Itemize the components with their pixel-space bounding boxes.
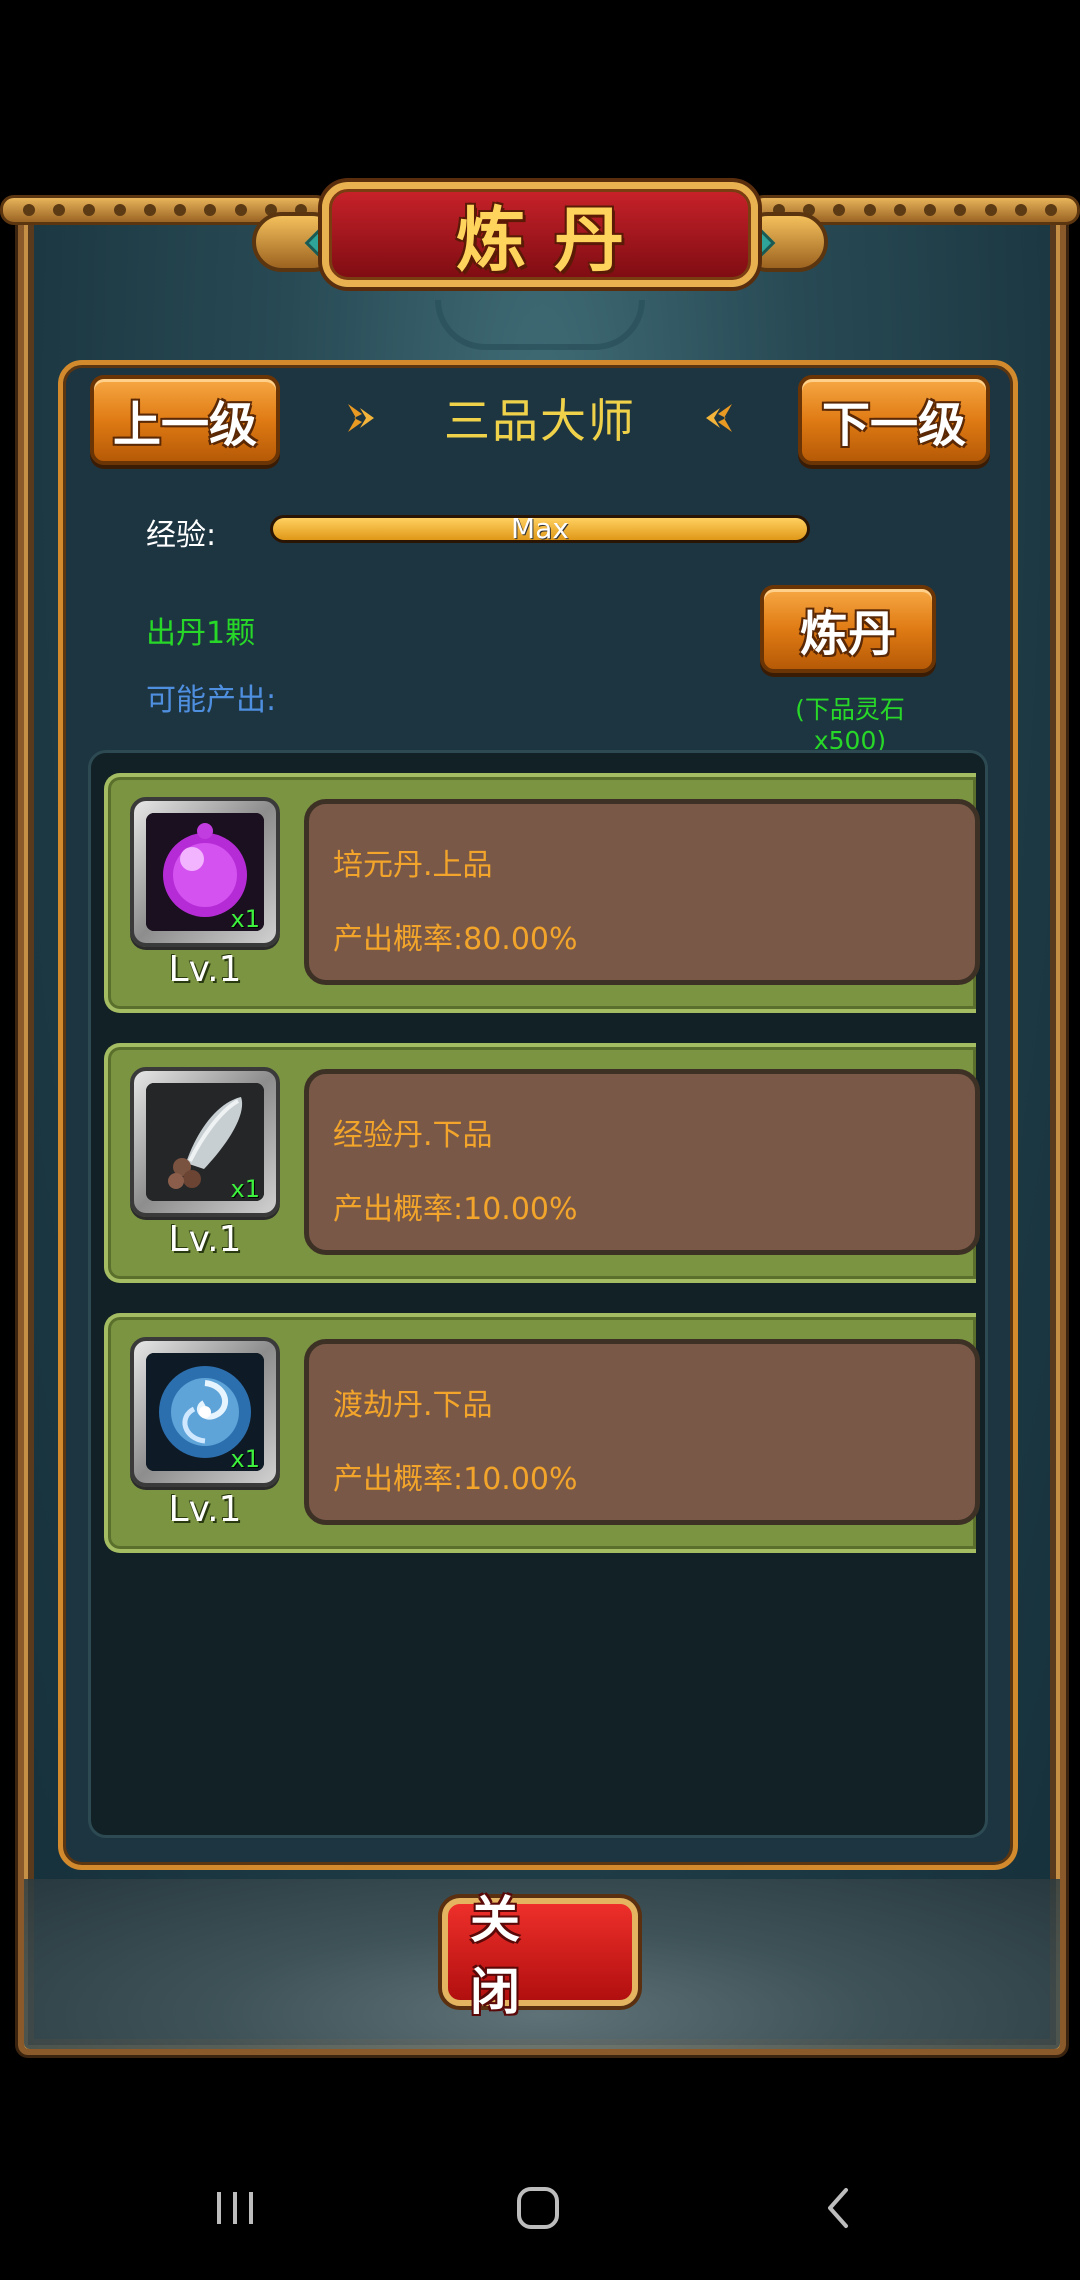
item-quantity: x1 [230, 1445, 260, 1473]
item-name: 培元丹.上品 [333, 848, 493, 883]
experience-bar-text: Max [511, 512, 569, 545]
item-slot[interactable]: x1 [130, 797, 280, 947]
item-rate: 产出概率:10.00% [333, 1462, 578, 1497]
next-level-button[interactable]: 下一级 [798, 375, 990, 465]
item-name: 渡劫丹.下品 [333, 1388, 493, 1423]
output-item: x1 Lv.1 渡劫丹.下品 产出概率:10.00% [104, 1313, 980, 1553]
item-description: 经验丹.下品 产出概率:10.00% [304, 1069, 980, 1255]
output-item: x1 Lv.1 经验丹.下品 产出概率:10.00% [104, 1043, 980, 1283]
recents-button[interactable] [205, 2178, 265, 2238]
arrow-ornament-icon [340, 398, 380, 438]
possible-output-label: 可能产出: [146, 683, 277, 718]
home-icon [517, 2187, 559, 2229]
prev-level-button[interactable]: 上一级 [90, 375, 280, 465]
back-button[interactable] [810, 2178, 870, 2238]
yield-text: 出丹1颗 [146, 616, 256, 651]
item-slot[interactable]: x1 [130, 1337, 280, 1487]
recents-icon [217, 2192, 253, 2224]
ornament-decoration [435, 300, 645, 350]
title-banner: 炼丹 [322, 182, 758, 287]
back-icon [828, 2188, 848, 2228]
rank-title: 三品大师 [444, 394, 636, 448]
item-slot[interactable]: x1 [130, 1067, 280, 1217]
rank-header: 三品大师 [340, 383, 740, 453]
experience-label: 经验: [146, 518, 217, 553]
item-quantity: x1 [230, 905, 260, 933]
close-button[interactable]: 关 闭 [442, 1891, 638, 2021]
item-name: 经验丹.下品 [333, 1118, 493, 1153]
system-navigation-bar [0, 2136, 1080, 2280]
item-description: 渡劫丹.下品 产出概率:10.00% [304, 1339, 980, 1525]
item-level: Lv.1 [168, 949, 242, 990]
dialog-title: 炼丹 [456, 199, 652, 281]
title-banner-group: 炼丹 [252, 172, 828, 302]
item-level: Lv.1 [168, 1219, 242, 1260]
item-description: 培元丹.上品 产出概率:80.00% [304, 799, 980, 985]
output-item: x1 Lv.1 培元丹.上品 产出概率:80.00% [104, 773, 980, 1013]
game-screen: 炼丹 上一级 三品大师 下一级 经验: Max 出丹1颗 可能产出: 炼丹 (下… [0, 0, 1080, 2280]
item-rate: 产出概率:80.00% [333, 922, 578, 957]
item-level: Lv.1 [168, 1489, 242, 1530]
item-quantity: x1 [230, 1175, 260, 1203]
refine-button[interactable]: 炼丹 [760, 585, 936, 673]
item-rate: 产出概率:10.00% [333, 1192, 578, 1227]
refine-cost: (下品灵石x500) [795, 695, 905, 755]
arrow-ornament-icon [700, 398, 740, 438]
home-button[interactable] [508, 2178, 568, 2238]
